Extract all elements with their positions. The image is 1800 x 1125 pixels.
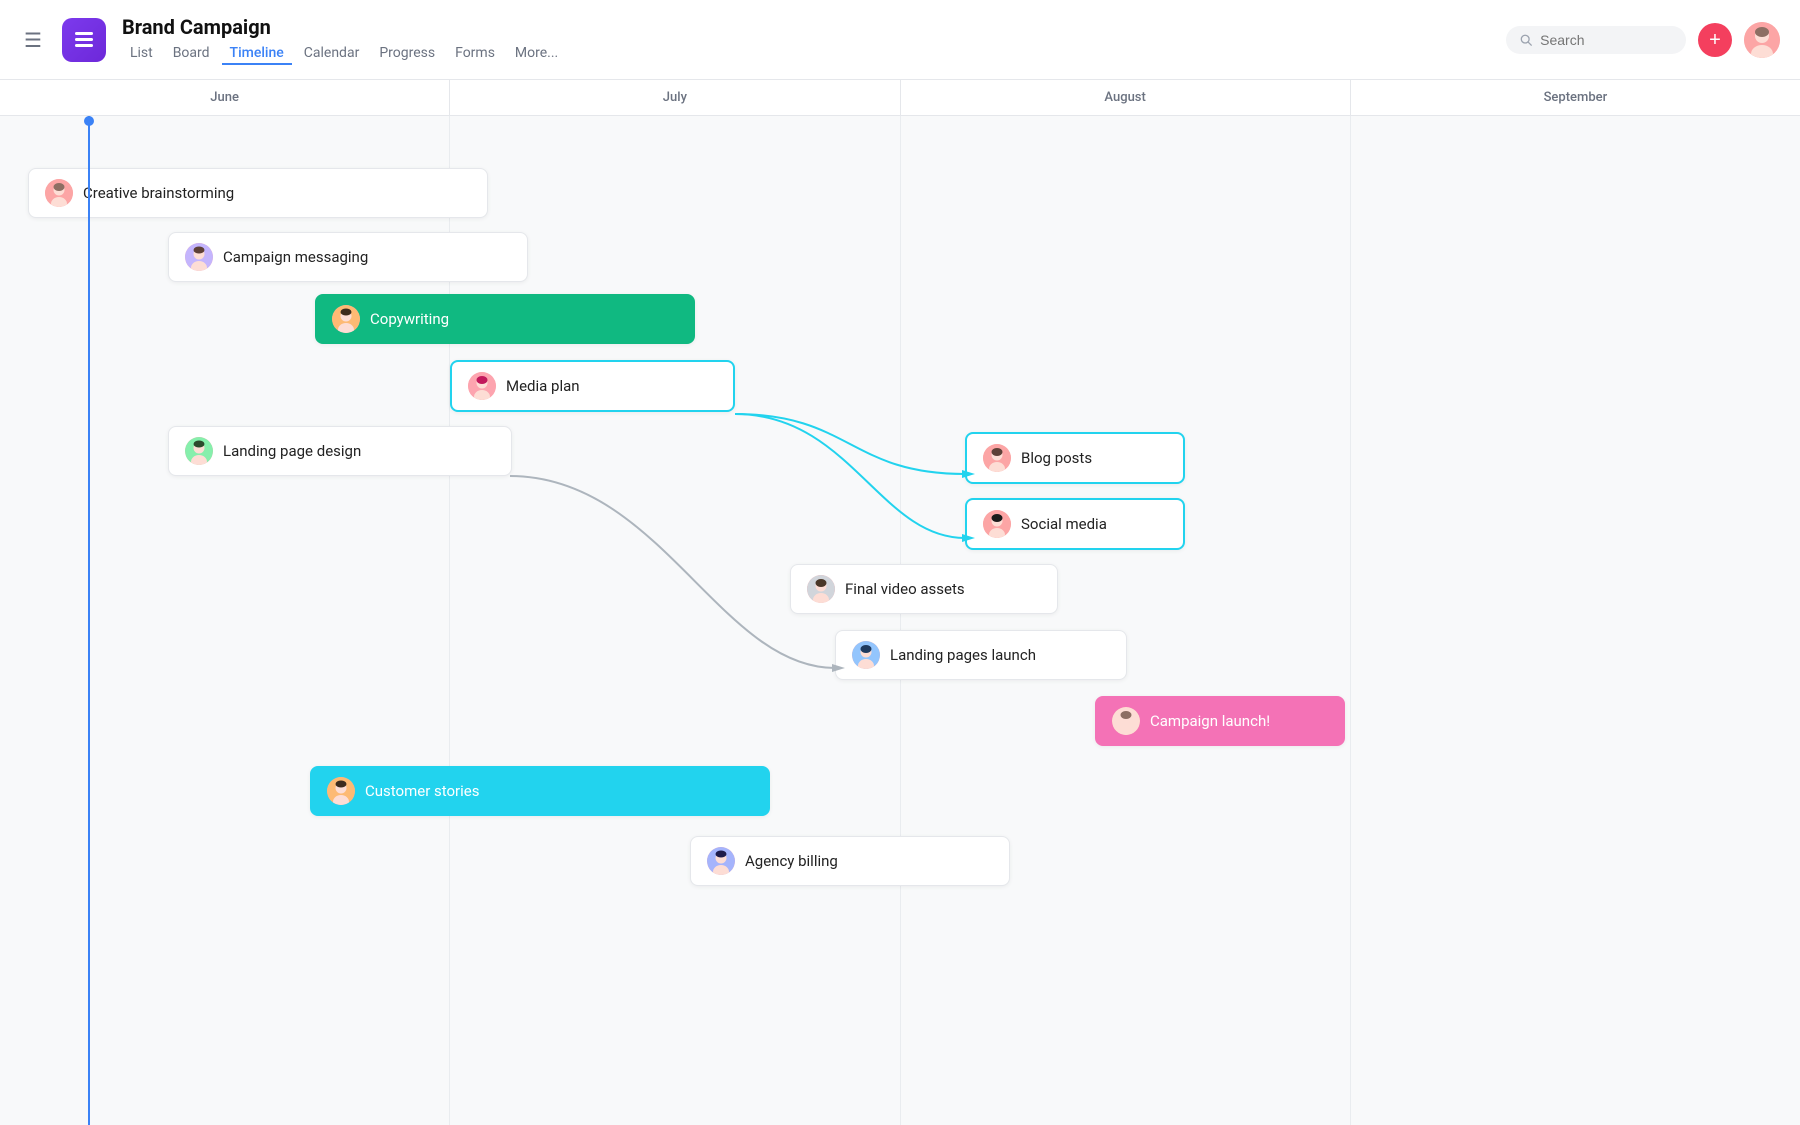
months-row: June July August September [0, 80, 1800, 116]
avatar-blog [983, 444, 1011, 472]
user-avatar[interactable] [1744, 22, 1780, 58]
search-input[interactable] [1540, 32, 1672, 48]
task-label-social: Social media [1021, 515, 1107, 533]
task-label-media-plan: Media plan [506, 377, 580, 395]
page-title: Brand Campaign [122, 15, 566, 39]
month-june: June [0, 80, 450, 115]
nav-more[interactable]: More... [507, 43, 566, 65]
task-creative-brainstorming[interactable]: Creative brainstorming [28, 168, 488, 218]
task-label-copywriting: Copywriting [370, 310, 449, 328]
task-landing-launch[interactable]: Landing pages launch [835, 630, 1127, 680]
task-label-creative: Creative brainstorming [83, 184, 234, 202]
task-label-video: Final video assets [845, 580, 965, 598]
nav-board[interactable]: Board [165, 43, 218, 65]
avatar-agency [707, 847, 735, 875]
grid-col-august [901, 116, 1351, 1125]
task-label-agency: Agency billing [745, 852, 838, 870]
avatar-creative [45, 179, 73, 207]
avatar-messaging [185, 243, 213, 271]
grid-col-september [1351, 116, 1800, 1125]
task-label-blog: Blog posts [1021, 449, 1092, 467]
nav-bar: List Board Timeline Calendar Progress Fo… [122, 43, 566, 65]
avatar-social [983, 510, 1011, 538]
task-final-video[interactable]: Final video assets [790, 564, 1058, 614]
timeline-container: June July August September [0, 80, 1800, 1125]
task-label-messaging: Campaign messaging [223, 248, 368, 266]
task-campaign-messaging[interactable]: Campaign messaging [168, 232, 528, 282]
avatar-customer [327, 777, 355, 805]
task-label-launch: Campaign launch! [1150, 712, 1270, 730]
month-september: September [1351, 80, 1800, 115]
task-copywriting[interactable]: Copywriting [315, 294, 695, 344]
month-august: August [901, 80, 1351, 115]
task-landing-page-design[interactable]: Landing page design [168, 426, 512, 476]
nav-calendar[interactable]: Calendar [296, 43, 368, 65]
task-label-landing-design: Landing page design [223, 442, 361, 460]
month-july: July [450, 80, 900, 115]
hamburger-icon[interactable]: ☰ [20, 24, 46, 56]
title-area: Brand Campaign List Board Timeline Calen… [122, 15, 566, 65]
task-blog-posts[interactable]: Blog posts [965, 432, 1185, 484]
search-icon [1520, 33, 1532, 47]
task-campaign-launch[interactable]: Campaign launch! [1095, 696, 1345, 746]
avatar-campaign-launch [1112, 707, 1140, 735]
avatar-landing-design [185, 437, 213, 465]
search-box[interactable] [1506, 26, 1686, 54]
avatar-copywriting [332, 305, 360, 333]
task-agency-billing[interactable]: Agency billing [690, 836, 1010, 886]
nav-timeline[interactable]: Timeline [222, 43, 292, 65]
avatar-video [807, 575, 835, 603]
task-label-customer: Customer stories [365, 782, 480, 800]
add-button[interactable]: + [1698, 23, 1732, 57]
avatar-media-plan [468, 372, 496, 400]
header: ☰ Brand Campaign List Board Timeline Cal… [0, 0, 1800, 80]
header-right: + [1506, 22, 1780, 58]
time-indicator [88, 116, 90, 1125]
avatar-landing-launch [852, 641, 880, 669]
task-media-plan[interactable]: Media plan [450, 360, 735, 412]
task-label-landing-launch: Landing pages launch [890, 646, 1036, 664]
task-customer-stories[interactable]: Customer stories [310, 766, 770, 816]
nav-forms[interactable]: Forms [447, 43, 503, 65]
app-icon [62, 18, 106, 62]
nav-progress[interactable]: Progress [371, 43, 443, 65]
grid-area: Creative brainstorming Campaign messagin… [0, 116, 1800, 1125]
task-social-media[interactable]: Social media [965, 498, 1185, 550]
nav-list[interactable]: List [122, 43, 161, 65]
